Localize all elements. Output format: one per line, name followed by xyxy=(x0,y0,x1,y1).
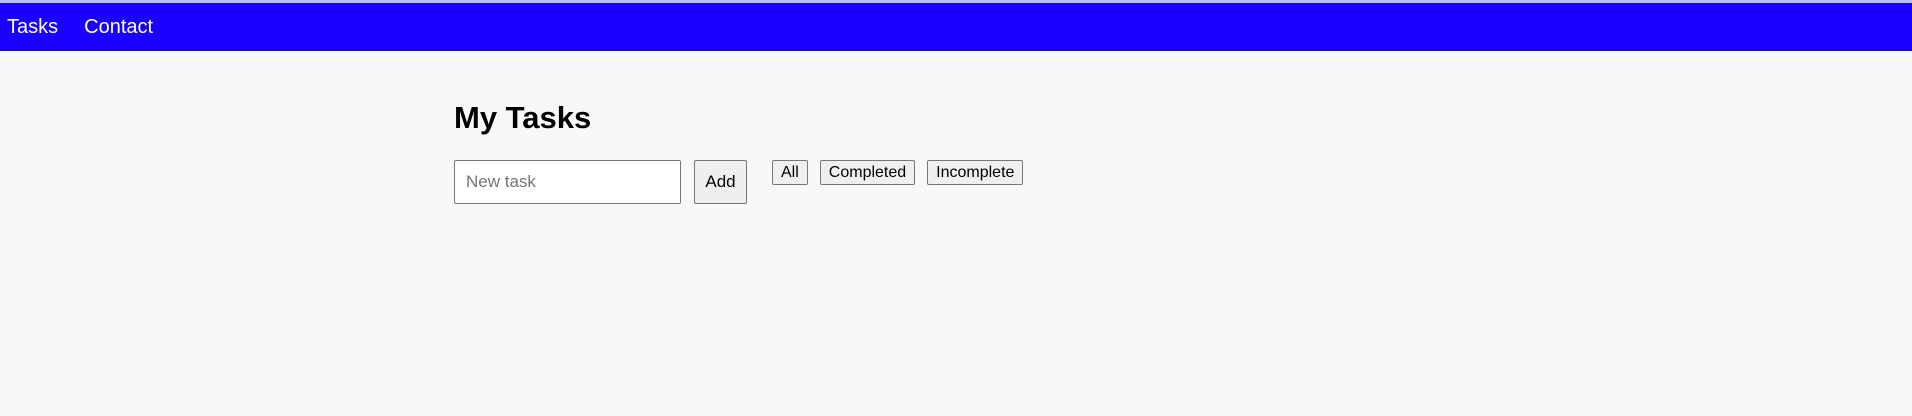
filter-all-button[interactable]: All xyxy=(772,160,808,185)
task-controls: Add All Completed Incomplete xyxy=(454,160,1035,204)
main-content: My Tasks Add All Completed Incomplete xyxy=(454,100,1024,204)
filter-group: All Completed Incomplete xyxy=(772,160,1035,185)
add-task-button[interactable]: Add xyxy=(694,160,747,204)
page-title: My Tasks xyxy=(454,100,592,135)
nav-link-contact[interactable]: Contact xyxy=(84,17,153,37)
nav-link-tasks[interactable]: Tasks xyxy=(7,17,58,37)
top-navbar: Tasks Contact xyxy=(0,3,1912,51)
filter-incomplete-button[interactable]: Incomplete xyxy=(927,160,1024,185)
new-task-input[interactable] xyxy=(454,160,681,204)
filter-completed-button[interactable]: Completed xyxy=(819,160,916,185)
